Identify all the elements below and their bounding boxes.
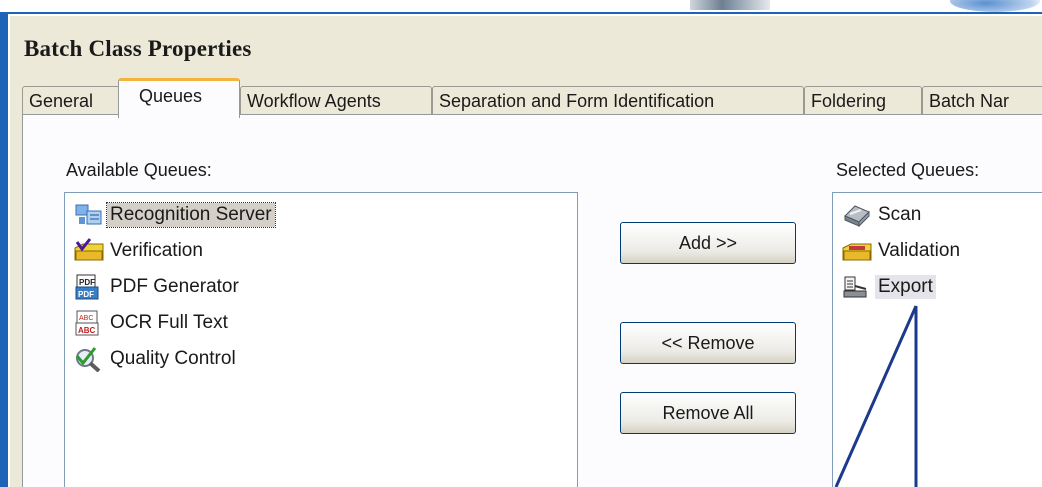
list-item-label: Export — [875, 275, 936, 299]
ocr-full-text-icon: ABC ABC — [73, 310, 107, 336]
list-item-label: Validation — [878, 240, 961, 261]
list-item-validation[interactable]: Validation — [841, 235, 963, 267]
recognition-server-icon — [73, 202, 107, 228]
verification-icon — [73, 238, 107, 264]
list-item-label: Scan — [878, 204, 922, 225]
available-queues-label: Available Queues: — [66, 160, 212, 180]
dialog-titlebar: Batch Class Properties — [10, 16, 1042, 70]
svg-text:PDF: PDF — [79, 278, 95, 287]
selected-queues-label: Selected Queues: — [836, 160, 980, 180]
tab-foldering[interactable]: Foldering — [804, 86, 922, 116]
list-item-scan[interactable]: Scan — [841, 199, 924, 231]
selected-queues-list[interactable]: Scan Validation Export — [832, 192, 1042, 487]
list-item-export[interactable]: Export — [841, 271, 936, 303]
background-logo-graphic — [690, 0, 770, 10]
list-item-label: PDF Generator — [110, 276, 239, 297]
dialog-title: Batch Class Properties — [24, 36, 252, 61]
tab-workflow-agents[interactable]: Workflow Agents — [240, 86, 432, 116]
remove-all-button[interactable]: Remove All — [620, 392, 796, 434]
tab-general[interactable]: General — [22, 86, 120, 116]
tab-queues[interactable]: Queues — [118, 78, 240, 118]
list-item-label: OCR Full Text — [110, 312, 228, 333]
list-item-ocr-full-text[interactable]: ABC ABC OCR Full Text — [73, 307, 231, 339]
export-icon — [841, 274, 875, 300]
list-item-label: Quality Control — [110, 348, 236, 369]
quality-control-icon — [73, 346, 107, 373]
list-item-label: Recognition Server — [106, 202, 276, 228]
list-item-quality-control[interactable]: Quality Control — [73, 343, 239, 375]
tab-batch-naming[interactable]: Batch Nar — [922, 86, 1042, 116]
svg-text:ABC: ABC — [79, 315, 93, 322]
pdf-generator-icon: PDF PDF — [73, 274, 107, 300]
background-banner — [0, 0, 1042, 12]
svg-text:PDF: PDF — [78, 290, 94, 299]
scan-icon — [841, 202, 875, 228]
list-item-pdf-generator[interactable]: PDF PDF PDF Generator — [73, 271, 242, 303]
validation-icon — [841, 238, 875, 264]
available-queues-list[interactable]: Recognition Server Verification PDF PDF P… — [64, 192, 578, 487]
tab-strip: General Queues Workflow Agents Separatio… — [22, 78, 1042, 118]
background-globe-graphic — [950, 0, 1040, 12]
list-item-recognition-server[interactable]: Recognition Server — [73, 199, 276, 231]
list-item-label: Verification — [110, 240, 203, 261]
svg-text:ABC: ABC — [78, 326, 96, 335]
list-item-verification[interactable]: Verification — [73, 235, 206, 267]
remove-button[interactable]: << Remove — [620, 322, 796, 364]
add-button[interactable]: Add >> — [620, 222, 796, 264]
tab-separation-and-form-identification[interactable]: Separation and Form Identification — [432, 86, 804, 116]
